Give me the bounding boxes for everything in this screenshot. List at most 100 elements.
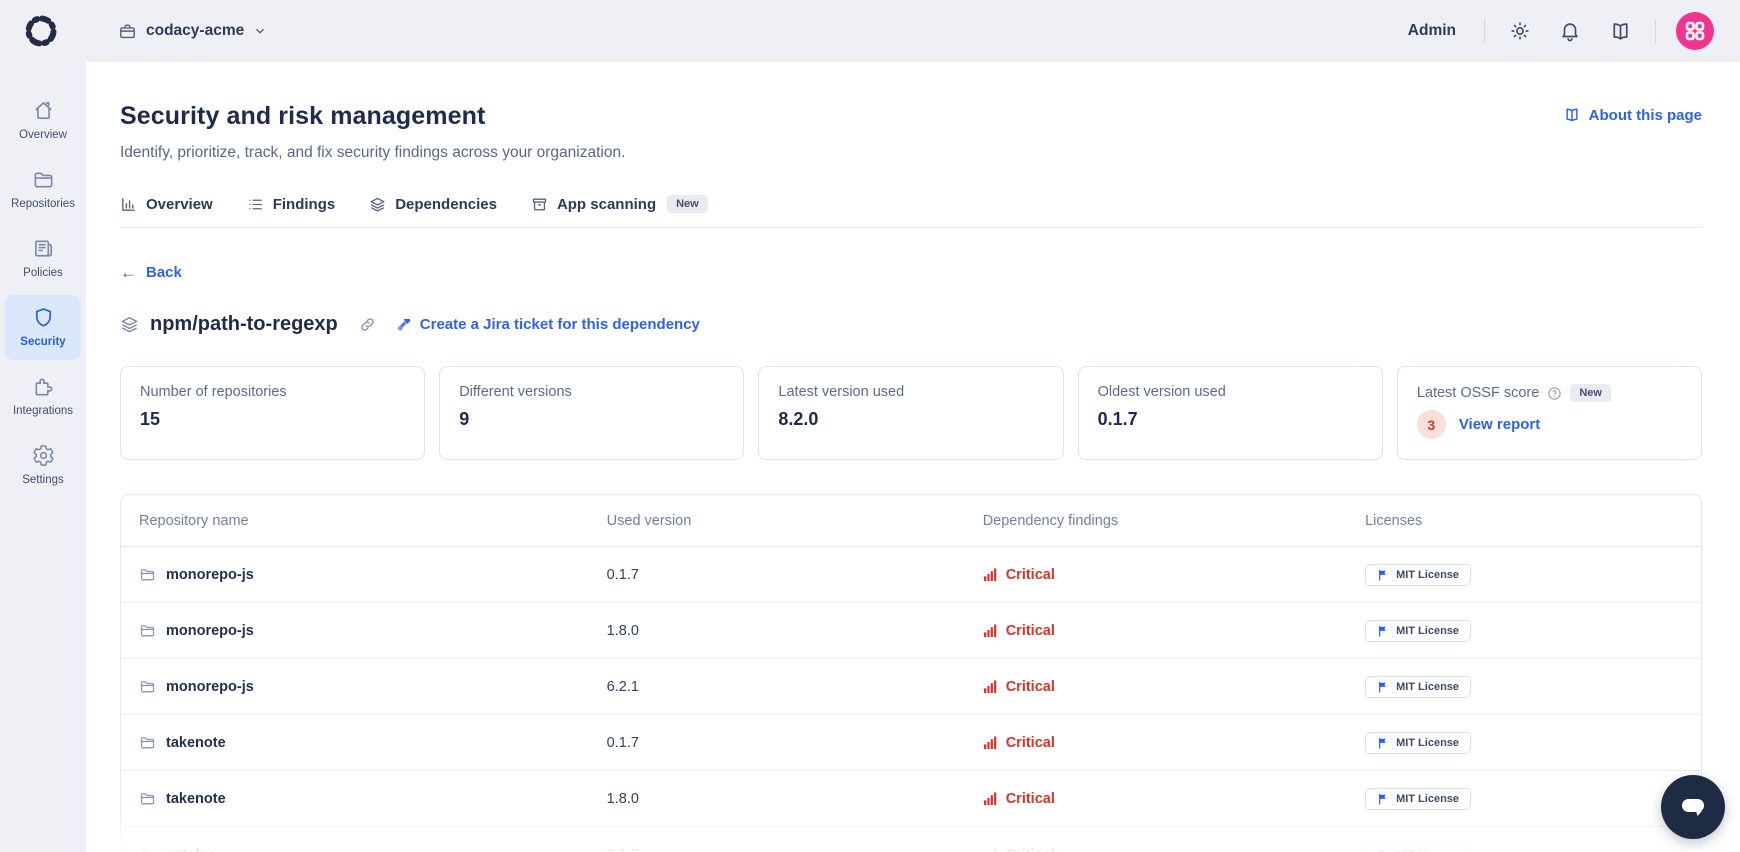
page-title: Security and risk management <box>120 102 486 130</box>
tab-app-scanning[interactable]: App scanning New <box>531 195 708 213</box>
sidebar-item-label: Policies <box>23 267 63 279</box>
stat-value: 8.2.0 <box>778 409 819 429</box>
flag-icon <box>1379 681 1386 692</box>
license-badge[interactable]: MIT License <box>1365 619 1472 642</box>
gear-icon <box>32 445 54 466</box>
link-icon <box>361 318 375 331</box>
stat-card-oldest-version: Oldest version used 0.1.7 <box>1077 366 1383 460</box>
documentation-button[interactable] <box>1605 16 1635 46</box>
newspaper-icon <box>34 240 52 257</box>
finding-severity: Critical <box>1006 847 1055 852</box>
table-row[interactable]: takenote 0.1.7 Critical MIT License <box>121 715 1701 771</box>
tab-label: Dependencies <box>395 195 497 213</box>
sidebar-item-integrations[interactable]: Integrations <box>5 364 81 429</box>
stat-value: 9 <box>459 409 470 429</box>
puzzle-icon <box>34 378 52 396</box>
theme-toggle-button[interactable] <box>1505 16 1535 46</box>
topbar: codacy-acme Admin <box>0 0 1740 62</box>
folder-icon <box>140 793 155 805</box>
critical-severity-icon <box>983 680 997 694</box>
admin-menu[interactable]: Admin <box>1408 22 1456 40</box>
critical-severity-icon <box>983 568 997 582</box>
avatar-pattern-icon <box>1685 21 1705 41</box>
divider <box>1655 18 1656 44</box>
repository-name: takenote <box>166 790 226 807</box>
license-badge[interactable]: MIT License <box>1365 675 1472 698</box>
column-header-used-version: Used version <box>606 512 692 529</box>
create-jira-ticket-link[interactable]: Create a Jira ticket for this dependency <box>396 316 700 333</box>
topbar-actions: Admin <box>1408 12 1714 50</box>
table-row[interactable]: monorepo-js 6.2.1 Critical MIT License <box>121 659 1701 715</box>
folder-icon <box>140 737 155 749</box>
sidebar-item-label: Integrations <box>12 405 74 417</box>
sidebar-item-label: Security <box>20 336 66 348</box>
sidebar-item-repositories[interactable]: Repositories <box>5 157 81 222</box>
license-badge[interactable]: MIT License <box>1365 731 1472 754</box>
finding-severity: Critical <box>1005 734 1055 751</box>
jira-icon <box>397 318 411 331</box>
license-label: MIT License <box>1396 792 1460 805</box>
license-badge[interactable]: MIT License <box>1365 563 1472 586</box>
used-version: 1.8.0 <box>606 622 639 639</box>
table-row[interactable]: monorepo-js 0.1.7 Critical MIT License <box>121 547 1701 603</box>
flag-icon <box>1379 737 1386 748</box>
codacy-logo-icon[interactable] <box>22 12 60 50</box>
app-window: codacy-acme Admin Overview Repositories … <box>0 0 1740 852</box>
sidebar-item-overview[interactable]: Overview <box>5 88 81 153</box>
tab-dependencies[interactable]: Dependencies <box>369 196 497 213</box>
view-report-link[interactable]: View report <box>1459 416 1540 433</box>
column-header-repository-name: Repository name <box>139 512 249 529</box>
stat-value: 0.1.7 <box>1097 409 1138 429</box>
book-icon <box>1612 22 1628 40</box>
stat-label: Different versions <box>459 384 572 400</box>
divider <box>1484 18 1485 44</box>
license-badge[interactable]: MIT License <box>1365 787 1472 810</box>
sidebar-item-security[interactable]: Security <box>5 295 81 360</box>
sidebar-item-policies[interactable]: Policies <box>5 226 81 291</box>
sidebar-item-settings[interactable]: Settings <box>5 433 81 498</box>
organization-selector[interactable]: codacy-acme <box>118 22 267 41</box>
chat-widget-button[interactable] <box>1661 775 1725 839</box>
list-icon <box>248 199 262 209</box>
stat-label: Latest OSSF score <box>1416 385 1540 401</box>
back-link[interactable]: ← Back <box>120 264 182 281</box>
folder-icon <box>140 569 155 581</box>
table-row[interactable]: takenote 1.8.0 Critical MIT License <box>121 771 1701 827</box>
tab-label: Findings <box>272 195 336 213</box>
stat-card-repositories: Number of repositories 15 <box>120 366 426 460</box>
repository-name: monorepo-js <box>166 678 254 695</box>
main-content: Security and risk management Identify, p… <box>86 62 1740 852</box>
layers-icon <box>121 317 138 333</box>
sidebar-item-label: Repositories <box>11 198 75 210</box>
flag-icon <box>1379 793 1386 804</box>
notifications-button[interactable] <box>1555 16 1585 46</box>
book-icon <box>1566 108 1578 122</box>
sun-icon <box>1511 22 1529 40</box>
arrow-left-icon: ← <box>120 263 137 282</box>
bell-icon <box>1562 23 1578 42</box>
repository-name: monorepo-js <box>166 622 254 639</box>
table-row[interactable]: gatsby 0.1.7 Critical MIT License <box>121 827 1701 852</box>
about-this-page-link[interactable]: About this page <box>1563 106 1702 124</box>
page-subtitle: Identify, prioritize, track, and fix sec… <box>120 144 626 161</box>
table-row[interactable]: monorepo-js 1.8.0 Critical MIT License <box>121 603 1701 659</box>
license-badge[interactable]: MIT License <box>1365 844 1472 852</box>
stat-cards: Number of repositories 15 Different vers… <box>120 366 1703 460</box>
used-version: 0.1.7 <box>589 847 965 852</box>
license-label: MIT License <box>1396 680 1460 693</box>
help-icon[interactable] <box>1547 386 1562 401</box>
new-badge: New <box>1570 384 1611 402</box>
dependency-header: npm/path-to-regexp Create a Jira ticket … <box>120 313 1702 336</box>
layers-icon <box>370 197 385 212</box>
copy-link-button[interactable] <box>355 314 381 336</box>
tab-findings[interactable]: Findings <box>247 195 336 213</box>
create-jira-ticket-label: Create a Jira ticket for this dependency <box>419 316 700 333</box>
table-header-row: Repository name Used version Dependency … <box>121 495 1701 547</box>
tab-overview[interactable]: Overview <box>120 196 213 213</box>
user-avatar[interactable] <box>1676 12 1714 50</box>
license-label: MIT License <box>1396 624 1460 637</box>
chevron-down-icon <box>256 28 265 34</box>
critical-severity-icon <box>983 624 997 638</box>
critical-severity-icon <box>990 848 997 852</box>
folder-icon <box>140 681 155 693</box>
